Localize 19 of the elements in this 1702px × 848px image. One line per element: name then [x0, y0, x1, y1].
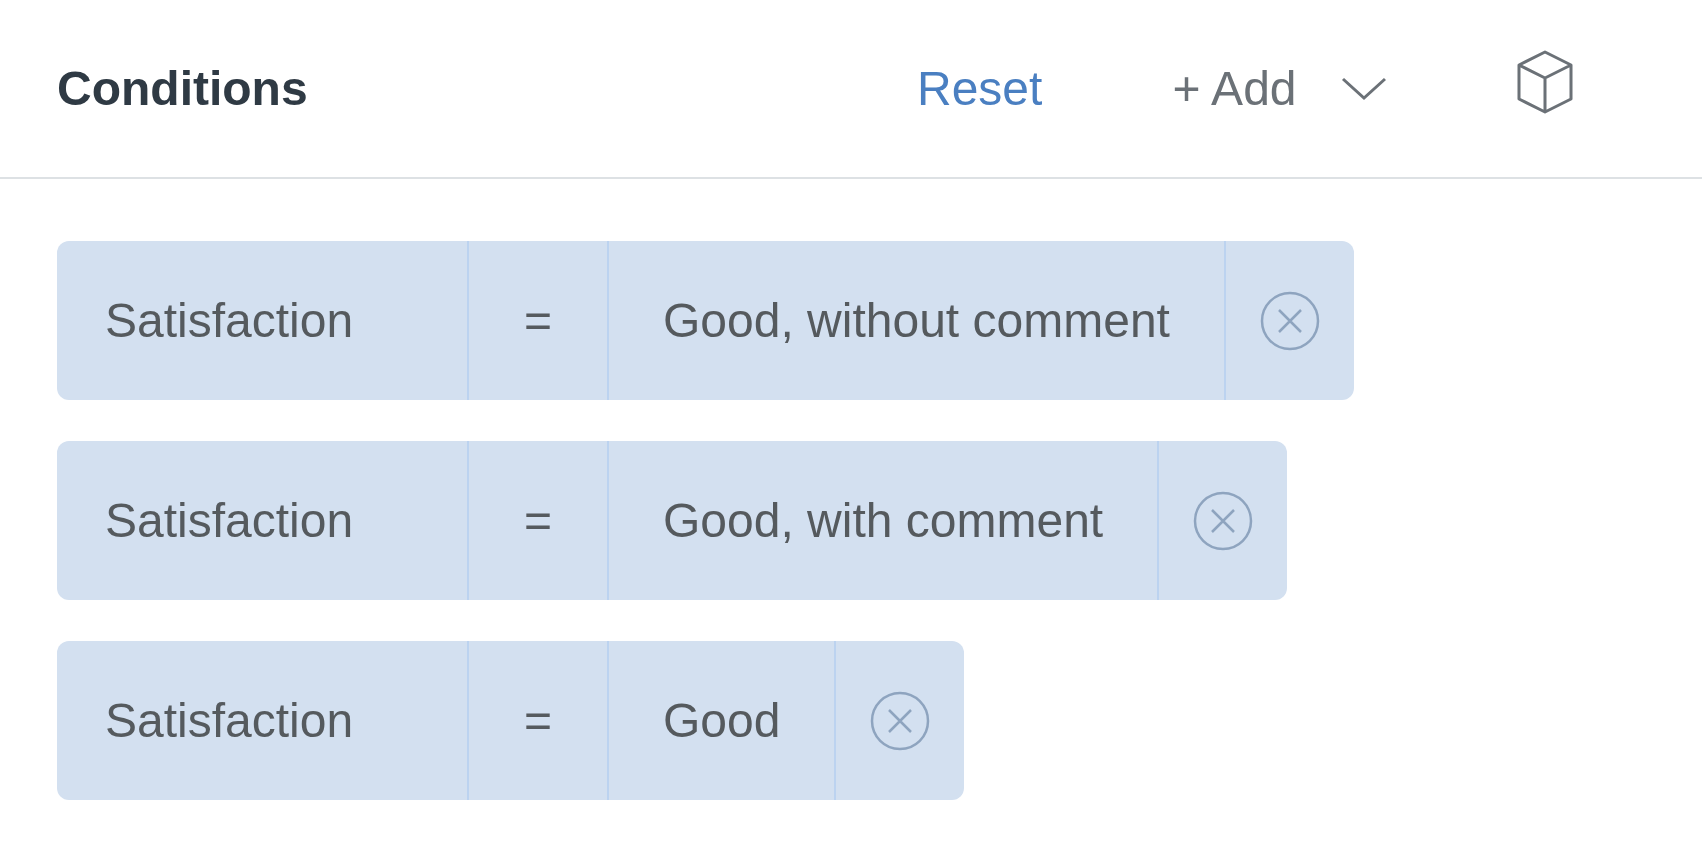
- condition-value: Good: [663, 692, 781, 749]
- operator: =: [524, 692, 552, 749]
- panel-title: Conditions: [57, 60, 309, 117]
- operator: =: [524, 492, 552, 549]
- operator: =: [524, 292, 552, 349]
- field-name: Satisfaction: [105, 692, 354, 749]
- remove-icon[interactable]: [1258, 289, 1321, 352]
- remove-icon[interactable]: [1192, 489, 1255, 552]
- condition-value: Good, with comment: [663, 492, 1104, 549]
- condition-value: Good, without comment: [663, 292, 1170, 349]
- add-dropdown[interactable]: + Add: [1172, 52, 1387, 125]
- condition-chip[interactable]: Satisfaction = Good: [57, 641, 965, 800]
- condition-chip[interactable]: Satisfaction = Good, with comment: [57, 441, 1288, 600]
- field-name: Satisfaction: [105, 492, 354, 549]
- remove-icon[interactable]: [869, 689, 932, 752]
- chevron-down-icon: [1340, 75, 1387, 102]
- condition-chip[interactable]: Satisfaction = Good, without comment: [57, 241, 1354, 400]
- field-name: Satisfaction: [105, 292, 354, 349]
- reset-link[interactable]: Reset: [917, 52, 1043, 125]
